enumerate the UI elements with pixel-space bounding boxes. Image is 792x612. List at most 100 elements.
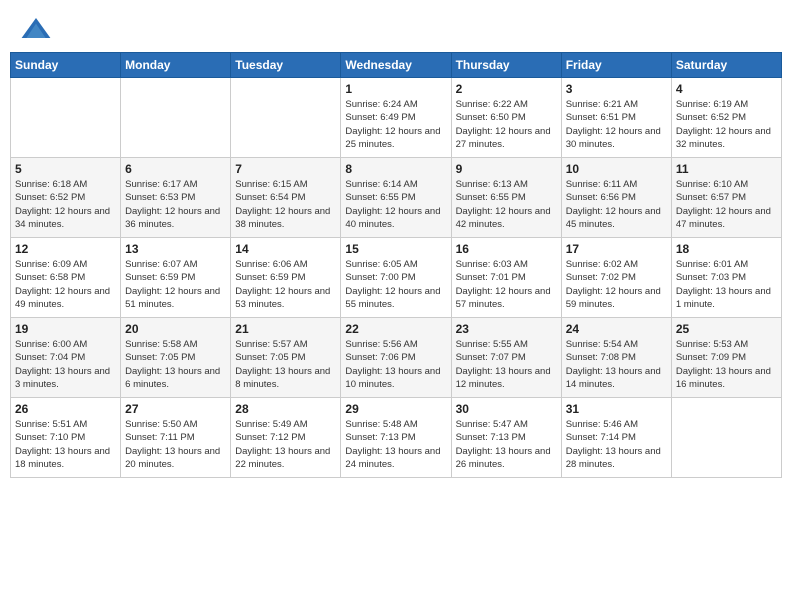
calendar-week-row: 1 Sunrise: 6:24 AMSunset: 6:49 PMDaylight…: [11, 78, 782, 158]
day-info: Sunrise: 6:13 AMSunset: 6:55 PMDaylight:…: [456, 178, 557, 231]
calendar-cell: [231, 78, 341, 158]
calendar-cell: 20 Sunrise: 5:58 AMSunset: 7:05 PMDayligh…: [121, 318, 231, 398]
day-info: Sunrise: 5:48 AMSunset: 7:13 PMDaylight:…: [345, 418, 446, 471]
day-header-monday: Monday: [121, 53, 231, 78]
calendar-week-row: 5 Sunrise: 6:18 AMSunset: 6:52 PMDaylight…: [11, 158, 782, 238]
day-header-friday: Friday: [561, 53, 671, 78]
day-info: Sunrise: 6:24 AMSunset: 6:49 PMDaylight:…: [345, 98, 446, 151]
calendar-cell: 23 Sunrise: 5:55 AMSunset: 7:07 PMDayligh…: [451, 318, 561, 398]
calendar-week-row: 19Sunrise: 6:00 AMSunset: 7:04 PMDayligh…: [11, 318, 782, 398]
day-number: 24: [566, 322, 667, 336]
calendar-cell: 27Sunrise: 5:50 AMSunset: 7:11 PMDayligh…: [121, 398, 231, 478]
day-number: 3: [566, 82, 667, 96]
day-info: Sunrise: 6:03 AMSunset: 7:01 PMDaylight:…: [456, 258, 557, 311]
day-number: 16: [456, 242, 557, 256]
day-info: Sunrise: 5:53 AMSunset: 7:09 PMDaylight:…: [676, 338, 777, 391]
calendar-cell: [671, 398, 781, 478]
day-info: Sunrise: 6:00 AMSunset: 7:04 PMDaylight:…: [15, 338, 116, 391]
day-info: Sunrise: 5:56 AMSunset: 7:06 PMDaylight:…: [345, 338, 446, 391]
day-info: Sunrise: 6:05 AMSunset: 7:00 PMDaylight:…: [345, 258, 446, 311]
calendar-cell: 30 Sunrise: 5:47 AMSunset: 7:13 PMDayligh…: [451, 398, 561, 478]
day-number: 14: [235, 242, 336, 256]
day-number: 7: [235, 162, 336, 176]
day-number: 2: [456, 82, 557, 96]
day-number: 31: [566, 402, 667, 416]
day-header-thursday: Thursday: [451, 53, 561, 78]
day-info: Sunrise: 5:55 AMSunset: 7:07 PMDaylight:…: [456, 338, 557, 391]
day-number: 26: [15, 402, 116, 416]
calendar-header-row: SundayMondayTuesdayWednesdayThursdayFrid…: [11, 53, 782, 78]
day-info: Sunrise: 5:54 AMSunset: 7:08 PMDaylight:…: [566, 338, 667, 391]
calendar-cell: 19Sunrise: 6:00 AMSunset: 7:04 PMDayligh…: [11, 318, 121, 398]
day-number: 27: [125, 402, 226, 416]
calendar-cell: 24 Sunrise: 5:54 AMSunset: 7:08 PMDayligh…: [561, 318, 671, 398]
day-info: Sunrise: 6:02 AMSunset: 7:02 PMDaylight:…: [566, 258, 667, 311]
calendar-cell: 12 Sunrise: 6:09 AMSunset: 6:58 PMDayligh…: [11, 238, 121, 318]
day-header-wednesday: Wednesday: [341, 53, 451, 78]
day-number: 20: [125, 322, 226, 336]
day-number: 17: [566, 242, 667, 256]
day-info: Sunrise: 6:07 AMSunset: 6:59 PMDaylight:…: [125, 258, 226, 311]
calendar-cell: 31 Sunrise: 5:46 AMSunset: 7:14 PMDayligh…: [561, 398, 671, 478]
calendar-cell: 5 Sunrise: 6:18 AMSunset: 6:52 PMDaylight…: [11, 158, 121, 238]
logo: [20, 14, 56, 46]
calendar-cell: 13 Sunrise: 6:07 AMSunset: 6:59 PMDayligh…: [121, 238, 231, 318]
logo-icon: [20, 14, 52, 46]
calendar-cell: 6 Sunrise: 6:17 AMSunset: 6:53 PMDaylight…: [121, 158, 231, 238]
day-info: Sunrise: 6:10 AMSunset: 6:57 PMDaylight:…: [676, 178, 777, 231]
calendar-cell: 26 Sunrise: 5:51 AMSunset: 7:10 PMDayligh…: [11, 398, 121, 478]
day-info: Sunrise: 6:06 AMSunset: 6:59 PMDaylight:…: [235, 258, 336, 311]
day-info: Sunrise: 6:18 AMSunset: 6:52 PMDaylight:…: [15, 178, 116, 231]
calendar-cell: 3Sunrise: 6:21 AMSunset: 6:51 PMDaylight…: [561, 78, 671, 158]
day-info: Sunrise: 6:01 AMSunset: 7:03 PMDaylight:…: [676, 258, 777, 311]
calendar-cell: 25 Sunrise: 5:53 AMSunset: 7:09 PMDayligh…: [671, 318, 781, 398]
day-number: 30: [456, 402, 557, 416]
calendar-cell: 10 Sunrise: 6:11 AMSunset: 6:56 PMDayligh…: [561, 158, 671, 238]
day-number: 11: [676, 162, 777, 176]
day-number: 23: [456, 322, 557, 336]
day-header-sunday: Sunday: [11, 53, 121, 78]
calendar-table: SundayMondayTuesdayWednesdayThursdayFrid…: [10, 52, 782, 478]
day-info: Sunrise: 5:47 AMSunset: 7:13 PMDaylight:…: [456, 418, 557, 471]
day-header-tuesday: Tuesday: [231, 53, 341, 78]
day-number: 22: [345, 322, 446, 336]
day-number: 29: [345, 402, 446, 416]
calendar-cell: 11 Sunrise: 6:10 AMSunset: 6:57 PMDayligh…: [671, 158, 781, 238]
calendar-cell: 29 Sunrise: 5:48 AMSunset: 7:13 PMDayligh…: [341, 398, 451, 478]
day-info: Sunrise: 6:22 AMSunset: 6:50 PMDaylight:…: [456, 98, 557, 151]
day-info: Sunrise: 6:14 AMSunset: 6:55 PMDaylight:…: [345, 178, 446, 231]
day-number: 25: [676, 322, 777, 336]
calendar-cell: [11, 78, 121, 158]
calendar-cell: 14 Sunrise: 6:06 AMSunset: 6:59 PMDayligh…: [231, 238, 341, 318]
day-number: 5: [15, 162, 116, 176]
calendar-cell: 17 Sunrise: 6:02 AMSunset: 7:02 PMDayligh…: [561, 238, 671, 318]
day-number: 10: [566, 162, 667, 176]
day-number: 4: [676, 82, 777, 96]
calendar-week-row: 26 Sunrise: 5:51 AMSunset: 7:10 PMDayligh…: [11, 398, 782, 478]
day-info: Sunrise: 5:49 AMSunset: 7:12 PMDaylight:…: [235, 418, 336, 471]
calendar-cell: 16 Sunrise: 6:03 AMSunset: 7:01 PMDayligh…: [451, 238, 561, 318]
calendar-cell: 21Sunrise: 5:57 AMSunset: 7:05 PMDayligh…: [231, 318, 341, 398]
calendar-cell: 15Sunrise: 6:05 AMSunset: 7:00 PMDayligh…: [341, 238, 451, 318]
day-info: Sunrise: 5:58 AMSunset: 7:05 PMDaylight:…: [125, 338, 226, 391]
day-info: Sunrise: 6:11 AMSunset: 6:56 PMDaylight:…: [566, 178, 667, 231]
calendar-cell: 22 Sunrise: 5:56 AMSunset: 7:06 PMDayligh…: [341, 318, 451, 398]
day-number: 13: [125, 242, 226, 256]
day-info: Sunrise: 5:46 AMSunset: 7:14 PMDaylight:…: [566, 418, 667, 471]
day-number: 1: [345, 82, 446, 96]
calendar-cell: 1 Sunrise: 6:24 AMSunset: 6:49 PMDaylight…: [341, 78, 451, 158]
day-info: Sunrise: 5:57 AMSunset: 7:05 PMDaylight:…: [235, 338, 336, 391]
day-number: 8: [345, 162, 446, 176]
calendar-cell: [121, 78, 231, 158]
day-info: Sunrise: 6:17 AMSunset: 6:53 PMDaylight:…: [125, 178, 226, 231]
day-number: 6: [125, 162, 226, 176]
day-number: 12: [15, 242, 116, 256]
calendar-cell: 9 Sunrise: 6:13 AMSunset: 6:55 PMDaylight…: [451, 158, 561, 238]
calendar-week-row: 12 Sunrise: 6:09 AMSunset: 6:58 PMDayligh…: [11, 238, 782, 318]
day-number: 9: [456, 162, 557, 176]
day-info: Sunrise: 5:51 AMSunset: 7:10 PMDaylight:…: [15, 418, 116, 471]
day-info: Sunrise: 6:09 AMSunset: 6:58 PMDaylight:…: [15, 258, 116, 311]
page-header: [10, 10, 782, 46]
calendar-cell: 2 Sunrise: 6:22 AMSunset: 6:50 PMDaylight…: [451, 78, 561, 158]
day-info: Sunrise: 6:15 AMSunset: 6:54 PMDaylight:…: [235, 178, 336, 231]
